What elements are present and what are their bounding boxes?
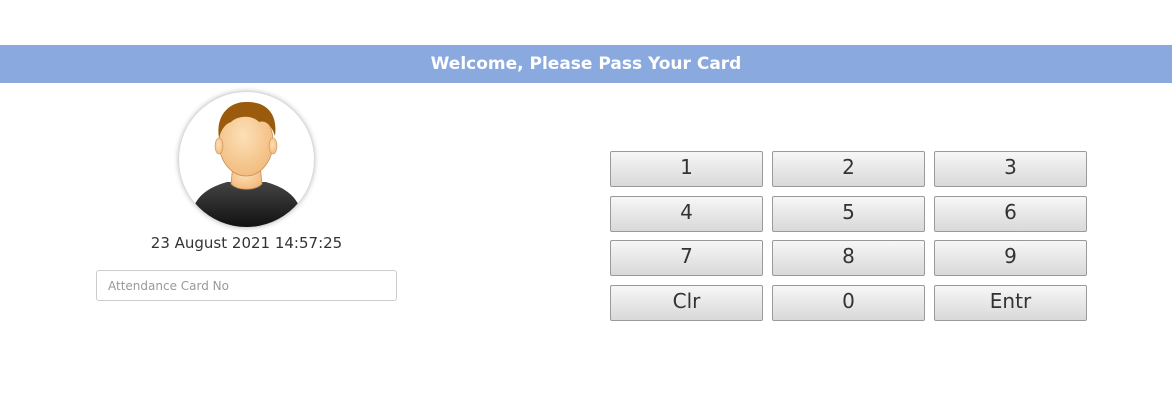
attendance-card-input[interactable] [96, 270, 397, 301]
key-1-button[interactable]: 1 [610, 151, 763, 187]
enter-button[interactable]: Entr [934, 284, 1087, 321]
key-9-button[interactable]: 9 [934, 240, 1087, 276]
key-0-button[interactable]: 0 [772, 284, 925, 321]
key-8-button[interactable]: 8 [772, 240, 925, 276]
key-2-button[interactable]: 2 [772, 151, 925, 187]
user-avatar-icon [189, 101, 304, 227]
clear-button[interactable]: Clr [610, 284, 763, 321]
avatar [179, 92, 314, 227]
attendance-page: Welcome, Please Pass Your Card 23 August… [0, 0, 1172, 411]
key-4-button[interactable]: 4 [610, 195, 763, 232]
key-7-button[interactable]: 7 [610, 240, 763, 276]
key-5-button[interactable]: 5 [772, 195, 925, 232]
page-title: Welcome, Please Pass Your Card [430, 54, 742, 74]
key-6-button[interactable]: 6 [934, 195, 1087, 232]
welcome-banner: Welcome, Please Pass Your Card [0, 45, 1172, 83]
numeric-keypad: 1 2 3 4 5 6 7 8 9 Clr 0 Entr [610, 151, 1087, 321]
current-datetime: 23 August 2021 14:57:25 [150, 234, 343, 252]
key-3-button[interactable]: 3 [934, 151, 1087, 187]
